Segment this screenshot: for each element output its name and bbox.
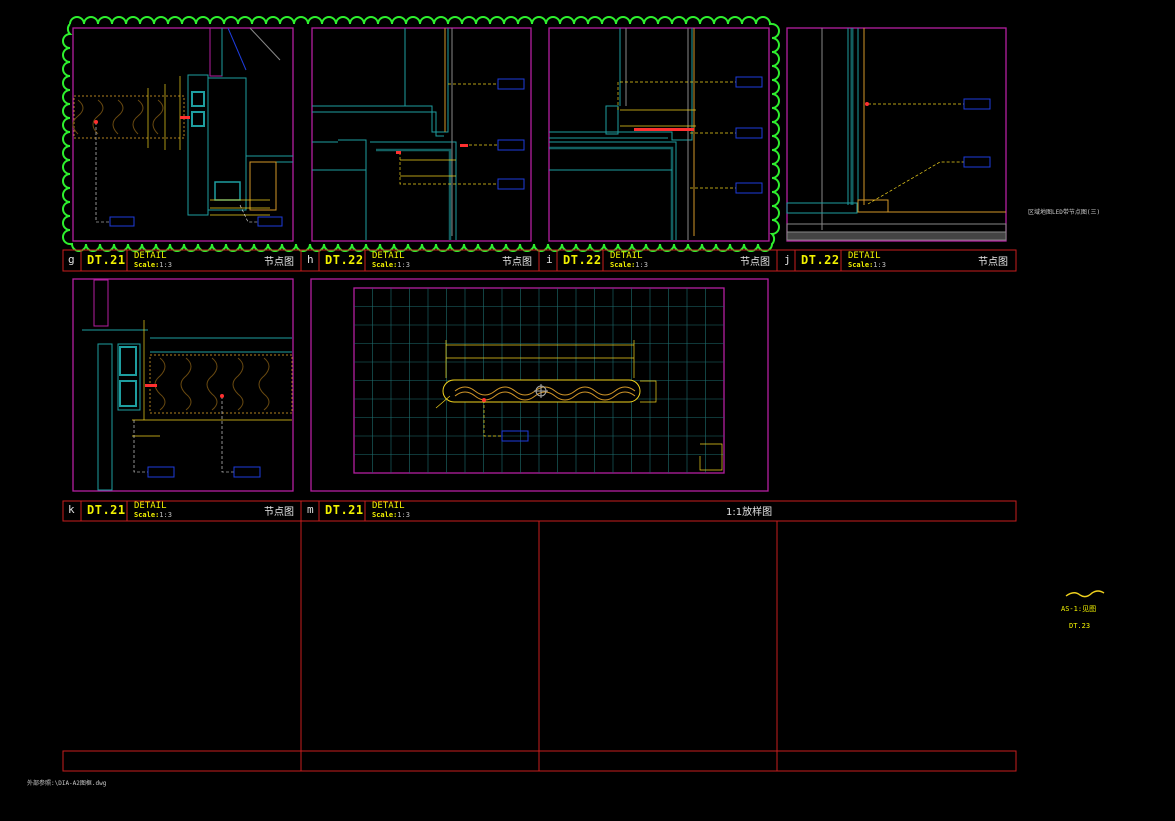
detail-letter: g <box>68 253 75 266</box>
detail-name: 节点图 <box>502 257 532 268</box>
detail-label: DETAIL <box>610 251 643 261</box>
detail-scale: Scale:1:3 <box>610 261 648 269</box>
detail-letter: j <box>784 253 791 266</box>
detail-g-drawing <box>72 27 293 227</box>
detail-label: DETAIL <box>134 251 167 261</box>
cad-viewport[interactable]: { "colors": { "background": "#000000", "… <box>0 0 1175 821</box>
detail-h-drawing <box>312 28 525 240</box>
side-note: 区域地图LED带节点图(三) <box>1028 209 1101 216</box>
side-ref-code: DT.23 <box>1069 622 1091 630</box>
sheet-frame-grid <box>62 249 1017 772</box>
detail-ref: DT.21 <box>325 503 364 517</box>
detail-name: 节点图 <box>264 257 294 268</box>
detail-ref: DT.22 <box>801 253 840 267</box>
detail-letter: m <box>307 503 314 516</box>
detail-name: 1:1放样图 <box>726 507 773 518</box>
detail-letter: h <box>307 253 314 266</box>
detail-name: 节点图 <box>740 257 770 268</box>
signature-mark <box>1065 590 1105 598</box>
detail-scale: Scale:1:3 <box>372 511 410 519</box>
side-ref-label: AS-1:见图 <box>1061 605 1097 613</box>
detail-scale: Scale:1:3 <box>134 261 172 269</box>
detail-j-drawing <box>786 28 1007 241</box>
detail-scale: Scale:1:3 <box>848 261 886 269</box>
detail-letter: i <box>546 253 553 266</box>
detail-name: 节点图 <box>978 257 1008 268</box>
detail-name: 节点图 <box>264 507 294 518</box>
detail-label: DETAIL <box>372 501 405 511</box>
cad-drawing-sheet <box>62 16 1105 772</box>
detail-ref: DT.22 <box>563 253 602 267</box>
detail-scale: Scale:1:3 <box>134 511 172 519</box>
detail-i-drawing <box>549 28 763 240</box>
detail-label: DETAIL <box>134 501 167 511</box>
detail-label: DETAIL <box>372 251 405 261</box>
detail-k-drawing <box>82 279 293 491</box>
detail-ref: DT.22 <box>325 253 364 267</box>
detail-m-drawing <box>354 288 724 473</box>
detail-letter: k <box>68 503 75 516</box>
detail-ref: DT.21 <box>87 253 126 267</box>
detail-scale: Scale:1:3 <box>372 261 410 269</box>
xref-file-path: 外部参照:\DIA-A2图框.dwg <box>27 780 107 787</box>
detail-ref: DT.21 <box>87 503 126 517</box>
detail-label: DETAIL <box>848 251 881 261</box>
